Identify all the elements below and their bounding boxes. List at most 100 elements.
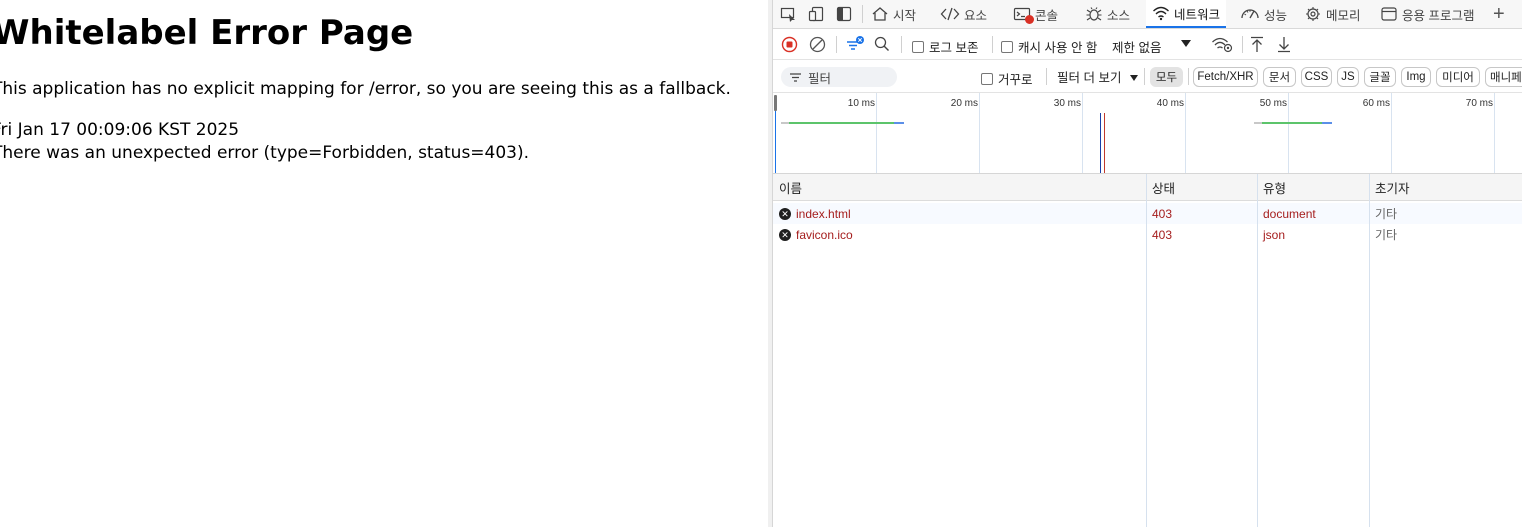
dropdown-caret-icon xyxy=(1129,75,1138,81)
preserve-log-label: 로그 보존 xyxy=(929,41,979,55)
type-filter-img[interactable]: Img xyxy=(1401,67,1431,87)
request-bar-waiting xyxy=(1254,122,1262,124)
tab-divider xyxy=(862,5,863,23)
dock-side-icon[interactable] xyxy=(836,0,852,28)
load-event-marker xyxy=(1104,113,1105,173)
add-tab-button[interactable]: + xyxy=(1493,0,1505,28)
tab-label: 소스 xyxy=(1107,8,1131,23)
error-timestamp: Fri Jan 17 00:09:06 KST 2025 xyxy=(0,120,240,140)
toolbar-divider xyxy=(1242,36,1243,53)
timeline-label: 40 ms xyxy=(1156,98,1184,109)
request-bar-waiting xyxy=(781,122,789,124)
more-filters-dropdown[interactable]: 필터 더 보기 xyxy=(1057,67,1139,86)
type-filter-all[interactable]: 모두 xyxy=(1150,67,1183,87)
column-header-status[interactable]: 상태 xyxy=(1146,174,1257,201)
tab-sources[interactable]: 소스 xyxy=(1085,0,1130,28)
code-icon xyxy=(940,7,960,21)
tab-label: 메모리 xyxy=(1326,8,1361,23)
timeline-gridline xyxy=(1185,93,1186,173)
column-divider[interactable] xyxy=(1146,174,1147,527)
checkbox-box[interactable] xyxy=(981,72,993,85)
toolbar-divider xyxy=(992,36,993,53)
page-title: Whitelabel Error Page xyxy=(0,13,414,53)
timeline-selection-edge xyxy=(775,111,776,173)
type-filter-fetch-xhr[interactable]: Fetch/XHR xyxy=(1193,67,1258,87)
request-initiator: 기타 xyxy=(1375,228,1398,242)
filter-placeholder: 필터 xyxy=(808,71,832,86)
tab-elements[interactable]: 요소 xyxy=(940,0,987,28)
type-filter-media[interactable]: 미디어 xyxy=(1436,67,1480,87)
timeline-gridline xyxy=(1494,93,1495,173)
filter-toggle-icon[interactable] xyxy=(845,35,865,53)
toolbar-divider xyxy=(901,36,902,53)
tab-console[interactable]: 콘솔 xyxy=(1013,0,1058,28)
request-status: 403 xyxy=(1152,206,1173,221)
filter-bar: 필터 거꾸로 필터 더 보기 모두 Fetch/XHR 문서 CSS JS 글꼴… xyxy=(773,60,1522,93)
wifi-icon xyxy=(1153,6,1169,21)
request-bar-favicon xyxy=(1262,122,1322,124)
timeline-gridline xyxy=(1288,93,1289,173)
column-divider[interactable] xyxy=(1257,174,1258,527)
type-filter-manifest[interactable]: 매니페 xyxy=(1485,67,1522,87)
type-filter-doc[interactable]: 문서 xyxy=(1263,67,1296,87)
network-conditions-icon[interactable] xyxy=(1211,36,1233,53)
error-detail: There was an unexpected error (type=Forb… xyxy=(0,143,530,163)
column-header-initiator[interactable]: 초기자 xyxy=(1369,174,1522,201)
column-header-name[interactable]: 이름 xyxy=(773,174,1146,201)
toolbar-divider xyxy=(1144,68,1145,85)
type-filter-js[interactable]: JS xyxy=(1337,67,1359,87)
preserve-log-checkbox[interactable]: 로그 보존 xyxy=(912,37,978,56)
window-icon xyxy=(1381,7,1397,21)
device-toolbar-icon[interactable] xyxy=(808,0,826,28)
request-type: json xyxy=(1263,227,1286,242)
devtools-tab-strip: 시작 요소 콘솔 소스 네트워크 성능 메모리 응용 프로그램 + xyxy=(773,0,1522,29)
timeline-label: 30 ms xyxy=(1053,98,1081,109)
network-toolbar: 로그 보존 캐시 사용 안 함 제한 없음 xyxy=(773,29,1522,60)
timeline-gridline xyxy=(1391,93,1392,173)
error-explanation: This application has no explicit mapping… xyxy=(0,79,731,99)
request-name: index.html xyxy=(796,206,851,221)
tab-label: 콘솔 xyxy=(1035,8,1059,23)
type-filter-css[interactable]: CSS xyxy=(1301,67,1332,87)
tab-network[interactable]: 네트워크 xyxy=(1146,0,1227,28)
tab-performance[interactable]: 성능 xyxy=(1240,0,1287,28)
more-filters-label: 필터 더 보기 xyxy=(1057,71,1122,85)
disable-cache-checkbox[interactable]: 캐시 사용 안 함 xyxy=(1001,37,1097,56)
record-stop-icon[interactable] xyxy=(781,36,798,53)
throttling-select[interactable]: 제한 없음 xyxy=(1112,37,1161,56)
checkbox-box[interactable] xyxy=(1001,40,1013,53)
network-timeline-overview[interactable]: 10 ms 20 ms 30 ms 40 ms 50 ms 60 ms 70 m… xyxy=(773,93,1522,174)
filter-input[interactable]: 필터 xyxy=(781,67,897,87)
request-type: document xyxy=(1263,206,1316,221)
timeline-gridline xyxy=(876,93,877,173)
invert-label: 거꾸로 xyxy=(998,73,1033,87)
request-name: favicon.ico xyxy=(796,227,853,242)
tab-memory[interactable]: 메모리 xyxy=(1304,0,1361,28)
dropdown-caret-icon[interactable] xyxy=(1180,39,1192,48)
tab-welcome[interactable]: 시작 xyxy=(871,0,916,28)
timeline-drag-handle[interactable] xyxy=(774,95,777,111)
tab-label: 요소 xyxy=(964,8,988,23)
invert-checkbox[interactable]: 거꾸로 xyxy=(981,69,1033,88)
table-row[interactable]: ✕ index.html 403 document 기타 xyxy=(773,203,1522,224)
error-icon: ✕ xyxy=(779,207,791,220)
table-row[interactable]: ✕ favicon.ico 403 json 기타 xyxy=(773,224,1522,245)
search-icon[interactable] xyxy=(874,36,890,52)
console-icon xyxy=(1013,6,1034,24)
timeline-gridline xyxy=(1082,93,1083,173)
toolbar-divider xyxy=(1188,68,1189,85)
tab-application[interactable]: 응용 프로그램 xyxy=(1380,0,1474,28)
browser-page: Whitelabel Error Page This application h… xyxy=(0,0,768,527)
column-divider[interactable] xyxy=(1369,174,1370,527)
import-har-icon[interactable] xyxy=(1250,36,1264,53)
inspect-element-icon[interactable] xyxy=(780,0,798,28)
request-bar-download xyxy=(894,122,904,124)
tab-label: 네트워크 xyxy=(1174,7,1221,22)
type-filter-font[interactable]: 글꼴 xyxy=(1364,67,1396,87)
column-header-type[interactable]: 유형 xyxy=(1257,174,1369,201)
export-har-icon[interactable] xyxy=(1277,36,1291,53)
request-name-cell: ✕ index.html xyxy=(773,203,1146,224)
clear-icon[interactable] xyxy=(809,36,826,53)
devtools-panel: 시작 요소 콘솔 소스 네트워크 성능 메모리 응용 프로그램 + 로그 보존 … xyxy=(773,0,1522,527)
checkbox-box[interactable] xyxy=(912,40,924,53)
